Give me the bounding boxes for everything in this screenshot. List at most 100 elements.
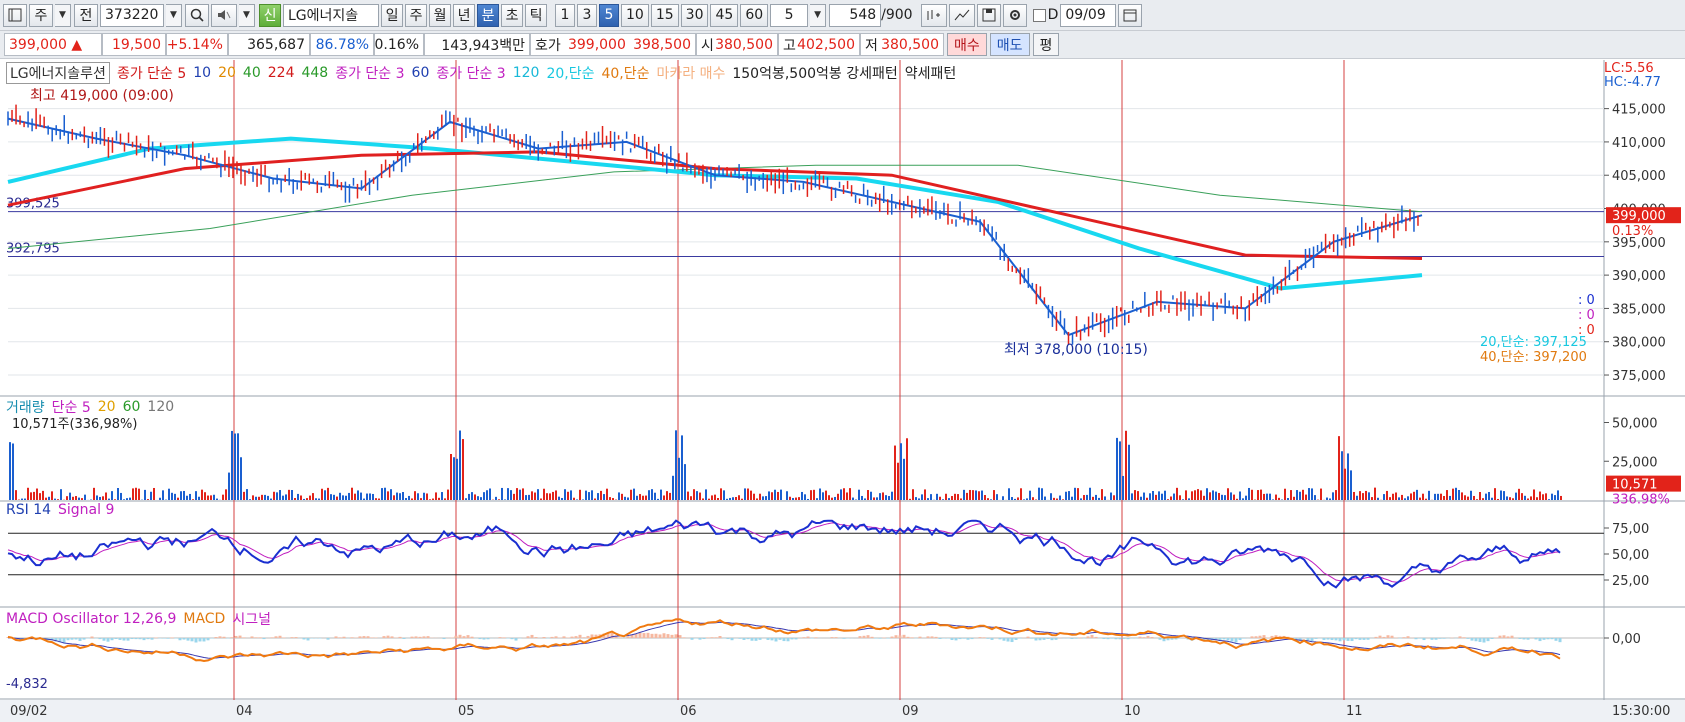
- x-tick-label: 10: [1124, 704, 1141, 719]
- legend-price-item-2[interactable]: 20: [218, 65, 236, 81]
- chart-menu-icon[interactable]: [3, 3, 27, 27]
- vol-pct-tag: 336.98%: [1612, 493, 1670, 508]
- legend-price-item-7[interactable]: 60: [412, 65, 430, 81]
- stock-code-dropdown-icon[interactable]: ▼: [166, 3, 182, 27]
- count-input[interactable]: 548: [829, 3, 882, 27]
- high-price: 402,500: [797, 36, 855, 53]
- speaker-icon[interactable]: [211, 3, 237, 27]
- buy-button[interactable]: 매수: [947, 33, 987, 56]
- settings-gear-icon[interactable]: [1002, 3, 1027, 27]
- high-annotation: 최고 419,000 (09:00): [30, 88, 174, 104]
- legend-price-item-12[interactable]: 마카라 매수: [657, 63, 726, 83]
- minute-button-5[interactable]: 5: [599, 3, 619, 27]
- high-cell: 고 402,500: [778, 33, 860, 56]
- low-price: 380,500: [881, 36, 939, 53]
- current-price-cell: 399,000 ▲: [4, 33, 102, 56]
- minute-button-45[interactable]: 45: [710, 3, 739, 27]
- date-checkbox[interactable]: [1032, 8, 1046, 22]
- legend-price-item-11[interactable]: 40,단순: [601, 63, 649, 83]
- price-tick-label: 415,000: [1612, 103, 1666, 118]
- ma40-value-label: 40,단순: 397,200: [1480, 350, 1587, 365]
- minute-button-30[interactable]: 30: [680, 3, 709, 27]
- open-cell: 시 380,500: [696, 33, 778, 56]
- x-axis-end-time: 15:30:00: [1612, 704, 1670, 719]
- rsi-tick-label: 25,00: [1612, 574, 1649, 589]
- x-tick-label: 11: [1346, 704, 1363, 719]
- interval-dropdown-icon[interactable]: ▼: [810, 3, 827, 27]
- volume-ratio: 86.78%: [310, 33, 374, 56]
- evaluate-button[interactable]: 평: [1032, 33, 1060, 56]
- legend-price-item-0[interactable]: 종가 단순 5: [117, 63, 186, 83]
- minute-button-1[interactable]: 1: [555, 3, 575, 27]
- new-badge[interactable]: 신: [259, 3, 281, 27]
- change-arrow: ▲: [71, 36, 83, 53]
- legend-macd-item-0[interactable]: MACD Oscillator 12,26,9: [6, 611, 176, 627]
- legend-price-item-14[interactable]: 약세패턴: [905, 63, 957, 83]
- interval-input[interactable]: 5: [770, 3, 809, 27]
- period-button-5[interactable]: 초: [501, 3, 523, 27]
- legend-macd-item-2[interactable]: 시그널: [232, 609, 271, 629]
- legend-price-item-8[interactable]: 종가 단순 3: [436, 63, 505, 83]
- period-button-2[interactable]: 월: [429, 3, 451, 27]
- x-tick-label: 09/02: [10, 704, 47, 719]
- zero-label-a: : 0: [1578, 293, 1595, 308]
- volume-sub-label: 10,571주(336,98%): [12, 417, 138, 432]
- search-icon[interactable]: [185, 3, 209, 27]
- price-tick-label: 405,000: [1612, 169, 1666, 184]
- legend-vol-item-4[interactable]: 120: [147, 399, 174, 415]
- minute-button-60[interactable]: 60: [740, 3, 769, 27]
- legend-price-item-6[interactable]: 종가 단순 3: [335, 63, 404, 83]
- main-type-dropdown-icon[interactable]: ▼: [55, 3, 71, 27]
- legend-price-item-13[interactable]: 150억봉,500억봉 강세패턴: [732, 63, 897, 83]
- prev-button[interactable]: 전: [74, 3, 98, 27]
- period-button-6[interactable]: 틱: [525, 3, 547, 27]
- legend-price-item-9[interactable]: 120: [513, 65, 540, 81]
- ask-price: 399,000: [567, 36, 626, 53]
- legend-rsi-item-1[interactable]: Signal 9: [58, 502, 114, 518]
- bid-ask-cell: 호가 399,000 398,500: [530, 33, 696, 56]
- speaker-dropdown-icon[interactable]: ▼: [239, 3, 255, 27]
- volume-value: 365,687: [228, 33, 310, 56]
- bid-price: 398,500: [633, 36, 691, 53]
- price-legend: LG에너지솔루션 종가 단순 5 10 20 40 224 448 종가 단순 3 60 종가 단…: [6, 62, 963, 84]
- low-cell: 저 380,500: [860, 33, 944, 56]
- legend-rsi-item-0[interactable]: RSI 14: [6, 502, 51, 518]
- minute-button-3[interactable]: 3: [577, 3, 597, 27]
- minute-button-15[interactable]: 15: [650, 3, 679, 27]
- legend-price-item-10[interactable]: 20,단순: [546, 63, 594, 83]
- period-button-3[interactable]: 년: [453, 3, 475, 27]
- calendar-icon[interactable]: [1118, 3, 1143, 27]
- sell-button[interactable]: 매도: [989, 33, 1030, 56]
- stock-code-input[interactable]: 373220: [100, 3, 164, 27]
- price-tick-label: 375,000: [1612, 369, 1666, 384]
- bid-label: 호가: [535, 37, 561, 54]
- vol-tick-label: 25,000: [1612, 455, 1658, 470]
- period-button-0[interactable]: 일: [381, 3, 403, 27]
- save-icon[interactable]: [976, 3, 1001, 27]
- stock-name-field[interactable]: LG에너지솔: [283, 3, 379, 27]
- date-input[interactable]: 09/09: [1060, 3, 1117, 27]
- period-button-1[interactable]: 주: [405, 3, 427, 27]
- legend-price-item-5[interactable]: 448: [301, 65, 328, 81]
- price-tick-label: 410,000: [1612, 136, 1666, 151]
- low-label: 저: [865, 37, 878, 54]
- price-legend-name[interactable]: LG에너지솔루션: [6, 62, 110, 84]
- trendline-icon[interactable]: [948, 3, 975, 27]
- zero-label-b: : 0: [1578, 308, 1595, 323]
- main-type-button[interactable]: 주: [29, 3, 53, 27]
- low-annotation: 최저 378,000 (10:15): [1004, 342, 1148, 358]
- price-tick-label: 380,000: [1612, 336, 1666, 351]
- period-button-4[interactable]: 분: [477, 3, 499, 27]
- change-value: 19,500: [102, 33, 166, 56]
- minute-button-10[interactable]: 10: [621, 3, 649, 27]
- last-pct-tag: 0.13%: [1612, 224, 1653, 239]
- trade-amount: 143,943백만: [424, 33, 530, 56]
- crosshair-icon[interactable]: [920, 3, 947, 27]
- period-buttons: 일주월년분초틱: [381, 3, 549, 27]
- turnover-rate: 0.16%: [374, 33, 424, 56]
- legend-price-item-1[interactable]: 10: [193, 65, 211, 81]
- legend-macd-item-1[interactable]: MACD: [183, 611, 225, 627]
- stock-chart-window: 주 ▼ 전 373220 ▼ ▼ 신 LG에너지솔 일주월년분초틱 1 3 5 10 1…: [0, 0, 1685, 722]
- legend-price-item-4[interactable]: 224: [268, 65, 295, 81]
- legend-price-item-3[interactable]: 40: [243, 65, 261, 81]
